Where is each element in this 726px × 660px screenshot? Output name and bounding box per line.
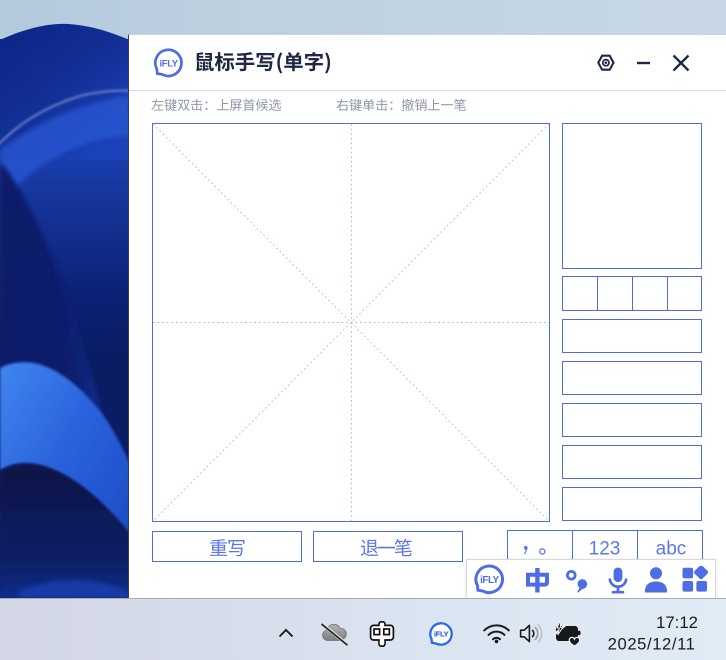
svg-text:abc: abc — [656, 539, 687, 560]
svg-text:123: 123 — [589, 539, 621, 560]
svg-text:iFLY: iFLY — [480, 575, 499, 586]
svg-text:iFLY: iFLY — [159, 57, 178, 68]
svg-text:17:12: 17:12 — [656, 613, 698, 632]
svg-text:2025/12/11: 2025/12/11 — [608, 634, 696, 653]
svg-text:iFLY: iFLY — [434, 630, 449, 639]
